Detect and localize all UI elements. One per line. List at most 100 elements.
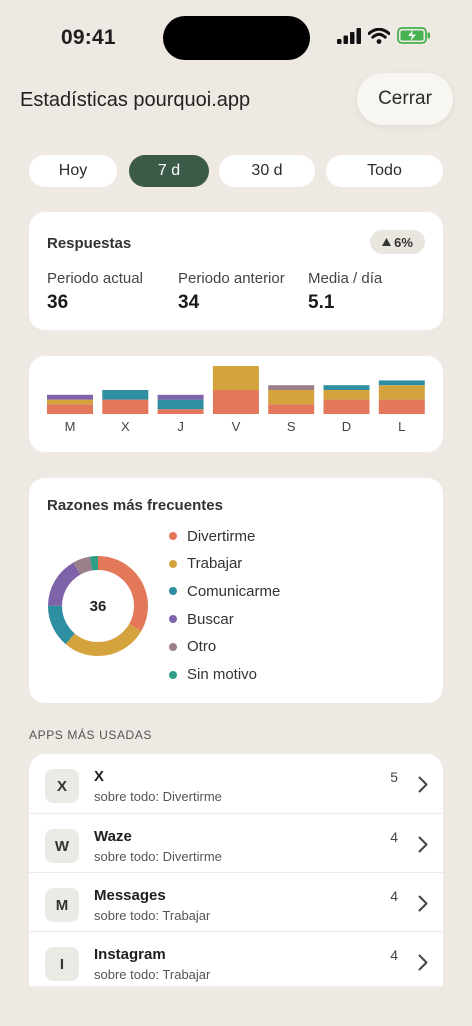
app-avatar: I bbox=[45, 947, 79, 981]
status-time: 09:41 bbox=[61, 26, 116, 49]
signal-icon bbox=[337, 27, 361, 44]
tab-30d[interactable]: 30 d bbox=[219, 155, 315, 187]
bar-segment bbox=[47, 404, 93, 414]
bar-day-label: L bbox=[398, 419, 405, 434]
reasons-title: Razones más frecuentes bbox=[47, 497, 223, 514]
bar-segment bbox=[378, 380, 425, 386]
bar-segment bbox=[212, 390, 259, 414]
bar-segment bbox=[378, 399, 425, 414]
bar-segment bbox=[323, 385, 370, 390]
section-label-top-apps: APPS MÁS USADAS bbox=[29, 728, 153, 742]
metric-daily-average: Media / día 5.1 bbox=[308, 270, 382, 314]
app-name: Instagram bbox=[94, 946, 166, 963]
app-name: Waze bbox=[94, 828, 132, 845]
legend-item-comunicarme: Comunicarme bbox=[169, 581, 369, 601]
bar-day-label: V bbox=[232, 419, 241, 434]
app-row-instagram[interactable]: I Instagram sobre todo: Trabajar 4 bbox=[29, 931, 443, 986]
app-subtitle: sobre todo: Divertirme bbox=[94, 849, 222, 864]
metric-current: Periodo actual 36 bbox=[47, 270, 143, 314]
legend-item-buscar: Buscar bbox=[169, 609, 369, 629]
bar-day-label: D bbox=[342, 419, 351, 434]
legend-label: Divertirme bbox=[187, 527, 256, 545]
app-avatar: W bbox=[45, 829, 79, 863]
bar-segment bbox=[378, 385, 425, 400]
reasons-donut-chart: 36 bbox=[48, 556, 148, 656]
legend-item-otro: Otro bbox=[169, 637, 369, 657]
bar-day-label: X bbox=[121, 419, 130, 434]
legend-label: Otro bbox=[187, 638, 217, 656]
metric-previous: Periodo anterior 34 bbox=[178, 270, 285, 314]
metric-value: 36 bbox=[47, 292, 69, 313]
legend-item-sin-motivo: Sin motivo bbox=[169, 665, 369, 685]
status-icons bbox=[337, 27, 431, 44]
header: Estadísticas pourquoi.app Cerrar bbox=[0, 70, 472, 130]
chevron-right-icon bbox=[418, 836, 428, 853]
legend-dot bbox=[169, 642, 177, 651]
reasons-card: Razones más frecuentes 36 Divertirme Tra… bbox=[29, 478, 443, 703]
legend-dot bbox=[169, 670, 177, 679]
bar-day-label: M bbox=[65, 419, 76, 434]
bar-segment bbox=[47, 399, 93, 405]
responses-title: Respuestas bbox=[47, 235, 132, 252]
period-tabs: Hoy 7 d 30 d Todo bbox=[29, 155, 443, 187]
bar-segment bbox=[323, 399, 370, 414]
bar-segment bbox=[102, 390, 149, 400]
app-row-messages[interactable]: M Messages sobre todo: Trabajar 4 bbox=[29, 872, 443, 931]
app-avatar: X bbox=[45, 769, 79, 803]
legend-label: Comunicarme bbox=[187, 582, 281, 600]
trend-value: 6% bbox=[394, 234, 413, 250]
bar-segment bbox=[268, 385, 315, 390]
app-row-x[interactable]: X X sobre todo: Divertirme 5 bbox=[29, 754, 443, 813]
tab-todo[interactable]: Todo bbox=[326, 155, 443, 187]
app-subtitle: sobre todo: Trabajar bbox=[94, 967, 211, 982]
metric-value: 34 bbox=[178, 292, 200, 313]
metric-label: Periodo actual bbox=[47, 270, 143, 287]
metric-label: Periodo anterior bbox=[178, 270, 285, 287]
bar-segment bbox=[157, 399, 204, 410]
bar-segment bbox=[157, 409, 204, 414]
app-count: 5 bbox=[390, 769, 398, 785]
app-subtitle: sobre todo: Trabajar bbox=[94, 908, 211, 923]
bar-segment bbox=[268, 390, 315, 405]
metric-value: 5.1 bbox=[308, 292, 335, 313]
battery-charging-icon bbox=[397, 27, 430, 44]
legend-label: Sin motivo bbox=[187, 666, 258, 683]
top-apps-list: X X sobre todo: Divertirme 5 W Waze sobr… bbox=[29, 754, 443, 986]
weekly-bars-card: MXJVSDL bbox=[29, 356, 443, 452]
legend-item-divertirme: Divertirme bbox=[169, 526, 369, 546]
legend-label: Trabajar bbox=[187, 555, 243, 573]
tab-hoy[interactable]: Hoy bbox=[29, 155, 117, 187]
app-name: Messages bbox=[94, 887, 166, 904]
app-count: 4 bbox=[390, 829, 398, 845]
bar-segment bbox=[102, 399, 149, 414]
dynamic-island bbox=[163, 16, 310, 60]
chevron-right-icon bbox=[418, 954, 428, 971]
donut-total-label: 36 bbox=[90, 598, 107, 615]
legend-dot bbox=[169, 615, 177, 624]
bar-day-label: J bbox=[177, 419, 184, 434]
status-bar: 09:41 bbox=[0, 0, 472, 80]
close-button[interactable]: Cerrar bbox=[357, 73, 453, 125]
bar-segment bbox=[212, 366, 259, 390]
bar-segment bbox=[268, 404, 315, 414]
app-name: X bbox=[94, 768, 105, 785]
bar-segment bbox=[157, 394, 204, 400]
chevron-right-icon bbox=[418, 776, 428, 793]
legend-dot bbox=[169, 587, 177, 596]
chevron-right-icon bbox=[418, 895, 428, 912]
bar-segment bbox=[47, 394, 93, 400]
metric-label: Media / día bbox=[308, 270, 383, 287]
app-avatar: M bbox=[45, 888, 79, 922]
page-title: Estadísticas pourquoi.app bbox=[20, 89, 251, 111]
responses-card: Respuestas 6% Periodo actual 36 Periodo … bbox=[29, 212, 443, 330]
wifi-icon bbox=[368, 27, 390, 44]
legend-item-trabajar: Trabajar bbox=[169, 554, 369, 574]
tab-7d[interactable]: 7 d bbox=[129, 155, 209, 187]
legend-dot bbox=[169, 532, 177, 540]
triangle-up-icon bbox=[382, 238, 392, 246]
legend-label: Buscar bbox=[187, 610, 234, 628]
app-row-waze[interactable]: W Waze sobre todo: Divertirme 4 bbox=[29, 813, 443, 872]
app-subtitle: sobre todo: Divertirme bbox=[94, 789, 222, 804]
bar-day-label: S bbox=[287, 419, 296, 434]
weekly-stacked-bar-chart: MXJVSDL bbox=[47, 366, 425, 434]
